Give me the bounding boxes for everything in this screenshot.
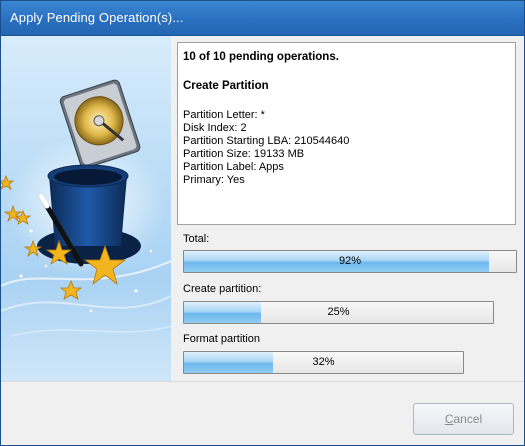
property-partition-size: Partition Size: 19133 MB: [183, 148, 305, 160]
magic-hat-with-hard-disk-and-stars-icon: [1, 79, 171, 337]
cancel-accelerator: C: [444, 412, 454, 426]
window-title: Apply Pending Operation(s)...: [10, 10, 184, 25]
operation-content: 10 of 10 pending operations. Create Part…: [171, 36, 524, 381]
format-partition-progress-text: 32%: [312, 356, 335, 368]
total-progress-bar: 92%: [183, 250, 517, 273]
property-partition-label: Partition Label: Apps: [183, 161, 284, 173]
operation-title: Create Partition: [183, 80, 269, 92]
illustration-panel: [1, 36, 171, 381]
create-partition-label: Create partition:: [183, 283, 262, 295]
dialog-footer: Cancel: [1, 381, 524, 445]
cancel-button[interactable]: Cancel: [413, 403, 514, 435]
format-partition-label: Format partition: [183, 333, 261, 345]
property-starting-lba: Partition Starting LBA: 210544640: [183, 135, 350, 147]
pending-count-heading: 10 of 10 pending operations.: [183, 51, 339, 63]
create-partition-progress-text: 25%: [327, 306, 350, 318]
create-partition-progress-bar: 25%: [183, 301, 494, 324]
format-partition-progress-bar: 32%: [183, 351, 464, 374]
property-partition-letter: Partition Letter: *: [183, 109, 265, 121]
total-progress-label: Total:: [183, 233, 210, 245]
cancel-label: ancel: [453, 412, 483, 426]
property-disk-index: Disk Index: 2: [183, 122, 247, 134]
apply-operations-dialog: Apply Pending Operation(s)... 10 of 10 p…: [0, 0, 525, 446]
total-progress-text: 92%: [338, 255, 362, 267]
operation-properties: Partition Letter: * Disk Index: 2 Partit…: [183, 109, 349, 187]
property-primary: Primary: Yes: [183, 174, 245, 186]
title-bar[interactable]: Apply Pending Operation(s)...: [1, 1, 524, 36]
operation-details-box: 10 of 10 pending operations. Create Part…: [177, 42, 516, 225]
